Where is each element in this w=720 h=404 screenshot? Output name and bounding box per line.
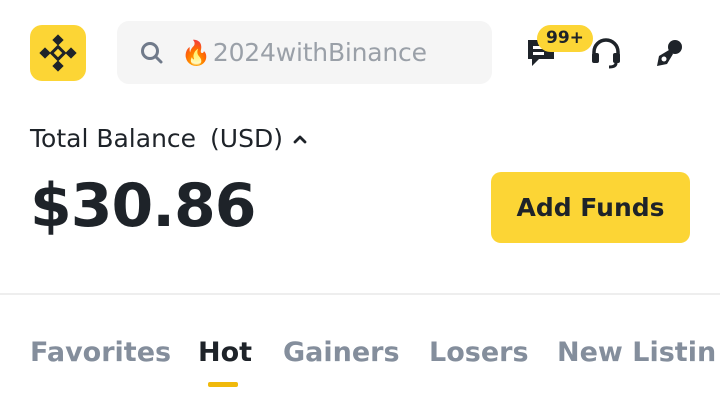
notification-badge: 99+ <box>537 25 593 52</box>
tab-favorites[interactable]: Favorites <box>30 334 171 372</box>
profile-button[interactable] <box>651 34 689 72</box>
fire-emoji-icon: 🔥 <box>181 38 211 67</box>
search-bar[interactable]: 🔥 2024withBinance <box>117 21 492 84</box>
balance-value: $30.86 <box>30 171 257 241</box>
binance-logo-icon <box>39 34 77 72</box>
profile-edit-icon <box>657 40 682 66</box>
section-divider <box>0 293 720 295</box>
active-tab-indicator <box>208 382 238 387</box>
search-icon <box>139 40 165 66</box>
tab-hot[interactable]: Hot <box>198 334 252 372</box>
tab-losers[interactable]: Losers <box>429 334 529 372</box>
binance-logo[interactable] <box>30 25 86 81</box>
total-balance-label: Total Balance <box>30 124 197 153</box>
chevron-up-icon <box>293 134 307 144</box>
support-button[interactable] <box>587 34 625 72</box>
tab-new-listing[interactable]: New Listin <box>557 334 716 372</box>
add-funds-button[interactable]: Add Funds <box>491 172 690 243</box>
total-balance-toggle[interactable]: Total Balance (USD) <box>30 124 307 153</box>
currency-label: (USD) <box>210 124 283 153</box>
search-placeholder: 2024withBinance <box>212 38 427 67</box>
market-tabs: Favorites Hot Gainers Losers New Listin <box>30 334 720 374</box>
headset-icon <box>592 38 620 69</box>
tab-gainers[interactable]: Gainers <box>283 334 400 372</box>
